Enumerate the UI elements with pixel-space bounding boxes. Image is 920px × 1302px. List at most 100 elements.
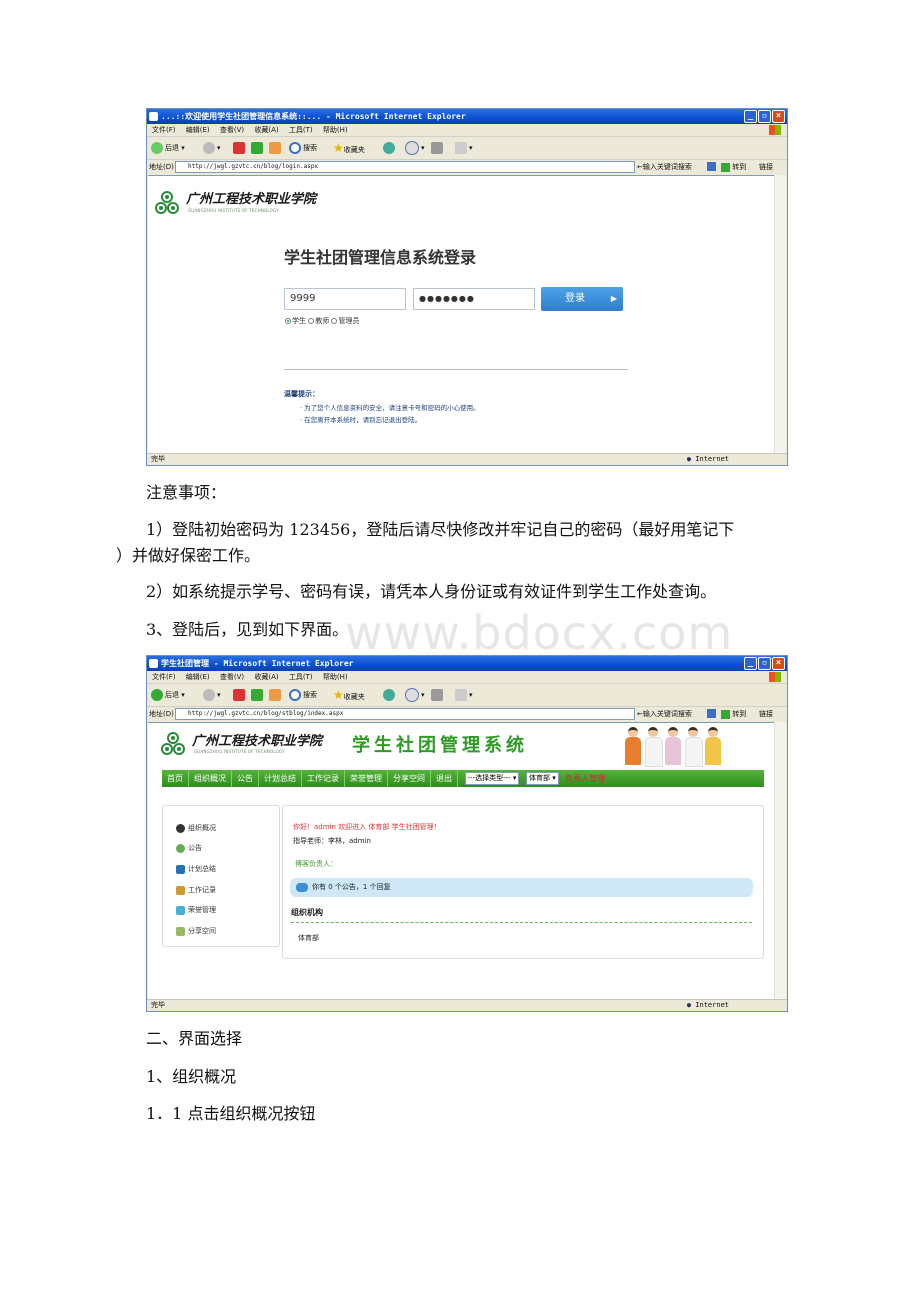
type-select[interactable]: ---选择类型--- ▾ [464,772,520,785]
forward-icon [203,689,215,701]
nav-home[interactable]: 首页 [162,770,189,787]
refresh-button[interactable] [251,688,265,702]
refresh-button[interactable] [251,141,265,155]
role-teacher-radio[interactable] [308,318,315,324]
side-item-work[interactable]: 工作记录 [176,885,216,895]
search-button[interactable]: 搜索 [289,688,317,702]
address-input[interactable]: http://jwgl.gzvtc.cn/blog/stblog/index.a… [175,708,635,720]
go-button[interactable]: 转到 [721,707,746,721]
links-button[interactable]: 链接 [759,707,773,721]
notes-heading: 注意事项： [146,483,227,502]
mail-button[interactable]: ▾ [405,141,425,155]
stop-button[interactable] [233,141,247,155]
side-item-org[interactable]: 组织概况 [176,823,216,833]
username-input[interactable]: 9999 [284,288,406,310]
menu-view[interactable]: 查看(V) [220,126,244,134]
watermark: www.bdocx.com [345,606,734,660]
stop-icon [233,142,245,154]
menu-file[interactable]: 文件(F) [152,673,176,681]
minimize-button[interactable]: _ [744,110,757,123]
stop-icon [233,689,245,701]
password-input[interactable]: ●●●●●●● [413,288,535,310]
go-button[interactable]: 转到 [721,160,746,174]
address-input[interactable]: http://jwgl.gzvtc.cn/blog/login.aspx [175,161,635,173]
dept-select[interactable]: 体育部 ▾ [526,772,559,785]
zone-text: ● Internet [686,1001,729,1009]
nav-work-records[interactable]: 工作记录 [302,770,345,787]
print-button[interactable] [431,141,445,155]
search-button[interactable]: 搜索 [289,141,317,155]
address-bar: 地址(D) http://jwgl.gzvtc.cn/blog/stblog/i… [147,707,787,721]
forward-button[interactable]: ▾ [203,141,221,155]
history-button[interactable] [383,688,397,702]
side-item-honors[interactable]: 荣誉管理 [176,905,216,915]
vertical-scrollbar[interactable] [774,175,786,453]
history-button[interactable] [383,141,397,155]
menu-tools[interactable]: 工具(T) [289,126,313,134]
back-button[interactable]: 后退 ▾ [151,688,185,702]
college-name: 广州工程技术职业学院 [186,192,317,207]
role-student-radio[interactable] [285,318,291,324]
go-arrow-icon [721,162,730,172]
menu-favorites[interactable]: 收藏(A) [254,126,278,134]
login-button[interactable]: 登录 ▶ [541,287,623,311]
restore-button[interactable]: ▫ [758,657,771,670]
nav-honors[interactable]: 荣誉管理 [345,770,388,787]
dropdown-arrow-icon[interactable] [707,162,716,171]
menu-favorites[interactable]: 收藏(A) [254,673,278,681]
org-section-title: 组织机构 [291,908,323,917]
dropdown-arrow-icon[interactable] [707,709,716,718]
edit-page-button[interactable]: ▾ [455,141,473,155]
side-item-notices[interactable]: 公告 [176,843,202,853]
favorites-button[interactable]: ★收藏夹 [333,688,365,702]
side-item-share[interactable]: 分享空间 [176,926,216,936]
search-hint: ←输入关键词搜索 [637,163,692,171]
home-icon [269,689,281,701]
windows-logo-icon [769,672,781,682]
welcome-text: 你好！admin 欢迎进入 体育部 学生社团管理！ [293,823,441,831]
back-icon [151,142,163,154]
nav-plans[interactable]: 计划总结 [259,770,302,787]
college-name-en: GUANGZHOU INSTITUTE OF TECHNOLOGY [194,749,285,754]
back-button[interactable]: 后退 ▾ [151,141,185,155]
menu-edit[interactable]: 编辑(E) [186,673,210,681]
home-button[interactable] [269,141,283,155]
menu-help[interactable]: 帮助(H) [323,673,348,681]
book-icon [176,864,185,874]
minimize-button[interactable]: _ [744,657,757,670]
restore-button[interactable]: ▫ [758,110,771,123]
print-button[interactable] [431,688,445,702]
ie-window-login: ...::欢迎使用学生社团管理信息系统::... - Microsoft Int… [146,108,788,466]
nav-org-overview[interactable]: 组织概况 [189,770,232,787]
menu-edit[interactable]: 编辑(E) [186,126,210,134]
divider [284,369,628,370]
mail-button[interactable]: ▾ [405,688,425,702]
forward-button[interactable]: ▾ [203,688,221,702]
manager-link[interactable]: 负责人管理 [565,774,605,783]
nav-logout[interactable]: 退出 [431,770,458,787]
folder-icon [176,905,185,915]
stop-button[interactable] [233,688,247,702]
edit-page-button[interactable]: ▾ [455,688,473,702]
close-button[interactable]: × [772,657,785,670]
role-admin-radio[interactable] [331,318,338,324]
refresh-icon [251,689,263,701]
menu-file[interactable]: 文件(F) [152,126,176,134]
menu-view[interactable]: 查看(V) [220,673,244,681]
notice-bar[interactable]: 你有 0 个公告，1 个回复 [290,878,753,897]
vertical-scrollbar[interactable] [774,722,786,999]
close-button[interactable]: × [772,110,785,123]
menu-help[interactable]: 帮助(H) [323,126,348,134]
side-item-plans[interactable]: 计划总结 [176,864,216,874]
window-title-bar: ...::欢迎使用学生社团管理信息系统::... - Microsoft Int… [147,109,787,124]
links-button[interactable]: 链接 [759,160,773,174]
menu-tools[interactable]: 工具(T) [289,673,313,681]
favorites-button[interactable]: ★收藏夹 [333,141,365,155]
home-button[interactable] [269,688,283,702]
nav-notices[interactable]: 公告 [232,770,259,787]
favorites-star-icon: ★ [333,688,344,702]
search-icon [289,142,301,154]
nav-share[interactable]: 分享空间 [388,770,431,787]
go-arrow-icon [721,709,730,719]
note-1b: ）并做好保密工作。 [116,546,261,565]
